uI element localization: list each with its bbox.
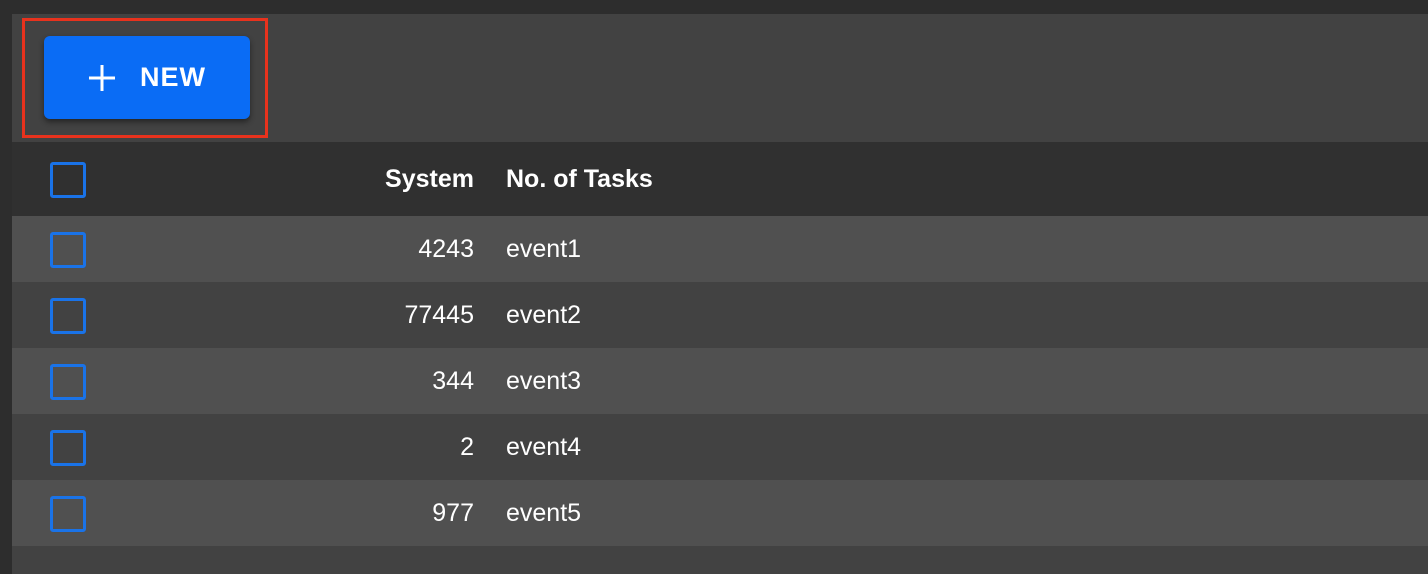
plus-icon: [88, 64, 116, 92]
cell-system: 977: [432, 498, 474, 527]
cell-tasks: event5: [506, 498, 582, 527]
cell-tasks: event4: [506, 432, 582, 461]
row-checkbox[interactable]: [50, 364, 86, 400]
new-button-label: NEW: [140, 62, 206, 92]
toolbar: NEW: [12, 14, 1428, 142]
table-row[interactable]: 2 event4: [12, 414, 1428, 480]
cell-tasks: event1: [506, 234, 582, 263]
cell-system: 4243: [418, 234, 474, 263]
cell-system: 344: [432, 366, 474, 395]
table-row[interactable]: 344 event3: [12, 348, 1428, 414]
table-row[interactable]: 977 event5: [12, 480, 1428, 546]
header-system[interactable]: System: [212, 142, 474, 216]
header-tasks[interactable]: No. of Tasks: [506, 142, 653, 216]
row-checkbox[interactable]: [50, 298, 86, 334]
cell-tasks: event2: [506, 300, 582, 329]
row-checkbox[interactable]: [50, 496, 86, 532]
new-button[interactable]: NEW: [44, 36, 250, 119]
select-all-checkbox[interactable]: [50, 162, 86, 198]
table-row[interactable]: 77445 event2: [12, 282, 1428, 348]
table-footer: [12, 546, 1428, 572]
cell-system: 2: [460, 432, 474, 461]
table-row[interactable]: 4243 event1: [12, 216, 1428, 282]
row-checkbox[interactable]: [50, 232, 86, 268]
cell-tasks: event3: [506, 366, 582, 395]
main-panel: NEW System No. of Tasks 4243 event1 7744…: [12, 14, 1428, 574]
row-checkbox[interactable]: [50, 430, 86, 466]
cell-system: 77445: [404, 300, 474, 329]
data-table: System No. of Tasks 4243 event1 77445 ev…: [12, 142, 1428, 572]
table-header-row: System No. of Tasks: [12, 142, 1428, 216]
